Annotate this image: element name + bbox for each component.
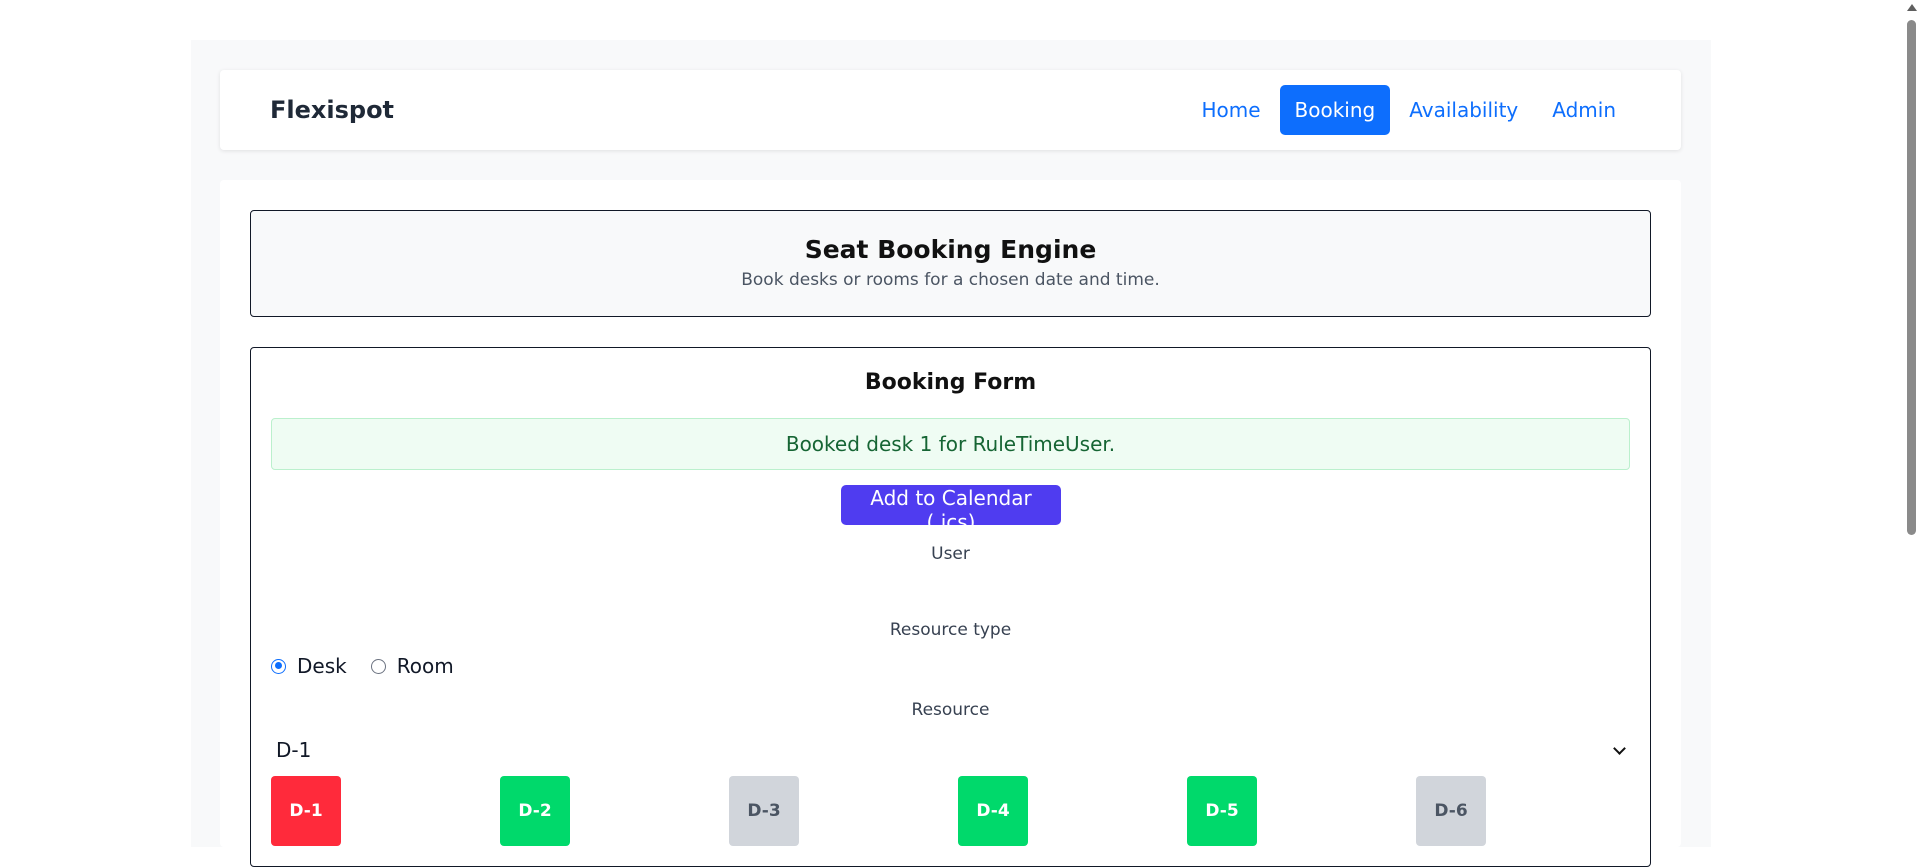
page-scrollbar[interactable]: [1903, 0, 1920, 847]
nav-link-admin[interactable]: Admin: [1537, 85, 1631, 135]
resource-select-value: D-1: [276, 738, 312, 762]
page-container: Flexispot Home Booking Availability Admi…: [191, 40, 1711, 867]
user-label: User: [931, 544, 970, 564]
booking-form: Booking Form Booked desk 1 for RuleTimeU…: [250, 347, 1651, 867]
seat-d-6[interactable]: D-6: [1416, 776, 1486, 846]
resource-type-label: Resource type: [889, 620, 1012, 640]
navbar: Flexispot Home Booking Availability Admi…: [220, 70, 1681, 150]
radio-desk[interactable]: [271, 658, 286, 674]
nav-link-home[interactable]: Home: [1186, 85, 1275, 135]
success-alert: Booked desk 1 for RuleTimeUser.: [271, 418, 1630, 470]
seat-d-1[interactable]: D-1: [271, 776, 341, 846]
nav-link-booking[interactable]: Booking: [1279, 85, 1391, 135]
radio-room[interactable]: [370, 658, 386, 674]
page-subtitle: Book desks or rooms for a chosen date an…: [741, 270, 1160, 290]
chevron-down-icon: [1613, 742, 1626, 755]
radio-desk-label: Desk: [297, 654, 347, 678]
form-title: Booking Form: [864, 370, 1037, 395]
scroll-up-arrow-icon[interactable]: [1907, 4, 1917, 11]
page-title: Seat Booking Engine: [804, 235, 1097, 264]
seat-d-3[interactable]: D-3: [729, 776, 799, 846]
seat-d-5[interactable]: D-5: [1187, 776, 1257, 846]
seat-d-2[interactable]: D-2: [500, 776, 570, 846]
brand-logo[interactable]: Flexispot: [270, 70, 394, 150]
nav-links: Home Booking Availability Admin: [1186, 85, 1631, 135]
page-header: Seat Booking Engine Book desks or rooms …: [250, 210, 1651, 317]
resource-type-option-desk[interactable]: Desk: [271, 654, 347, 678]
resource-label: Resource: [911, 700, 990, 720]
resource-type-option-room[interactable]: Room: [370, 654, 454, 678]
seat-d-4[interactable]: D-4: [958, 776, 1028, 846]
nav-link-availability[interactable]: Availability: [1394, 85, 1533, 135]
radio-room-label: Room: [396, 654, 454, 678]
content-card: Seat Booking Engine Book desks or rooms …: [220, 180, 1681, 867]
resource-type-radio-group: Desk Room: [271, 654, 478, 678]
add-to-calendar-button[interactable]: Add to Calendar (.ics): [841, 485, 1061, 534]
resource-select[interactable]: D-1: [271, 734, 1630, 766]
scrollbar-thumb[interactable]: [1907, 20, 1916, 535]
